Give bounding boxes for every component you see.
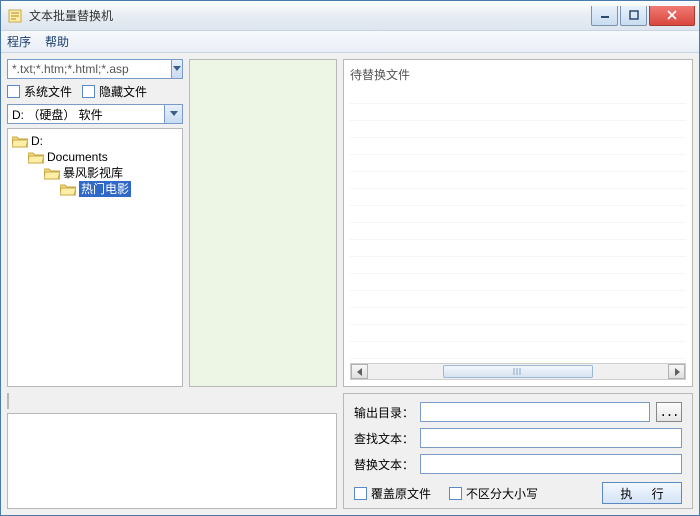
outdir-label: 输出目录： [354,404,414,421]
file-list[interactable] [350,87,686,359]
sysfiles-checkbox[interactable]: 系统文件 [7,83,72,100]
maximize-button[interactable] [620,6,647,26]
folder-open-icon [28,151,44,164]
folder-tree[interactable]: D: Documents 暴风影视库 [7,128,183,387]
checkbox-icon [82,85,95,98]
execute-button[interactable]: 执 行 [602,482,682,504]
replace-row: 替换文本： [354,454,682,474]
tree-label: Documents [47,149,108,165]
filter-dropdown-button[interactable] [172,59,183,79]
folder-open-icon [44,167,60,180]
tree-node[interactable]: 暴风影视库 [12,165,178,181]
menu-program[interactable]: 程序 [7,33,31,50]
hiddenfiles-label: 隐藏文件 [99,83,147,100]
hiddenfiles-checkbox[interactable]: 隐藏文件 [82,83,147,100]
replace-label: 替换文本： [354,456,414,473]
checkbox-icon [449,487,462,500]
file-filter-input[interactable] [7,59,172,79]
checkbox-icon [354,487,367,500]
lower-left-group [7,393,337,509]
main-window: 文本批量替换机 程序 帮助 系统文件 隐藏文件 [0,0,700,516]
minimize-button[interactable] [591,6,618,26]
window-title: 文本批量替换机 [29,7,589,24]
file-list-panel: 待替换文件 [343,59,693,387]
ignorecase-checkbox[interactable]: 不区分大小写 [449,485,538,502]
scroll-right-button[interactable] [668,364,685,379]
drive-row: D: （硬盘） 软件 [7,104,183,124]
file-list-header: 待替换文件 [350,66,686,83]
ignorecase-label: 不区分大小写 [466,485,538,502]
filter-row [7,59,183,79]
outdir-input[interactable] [420,402,650,422]
app-icon [7,8,23,24]
status-bar [7,393,9,409]
menu-help[interactable]: 帮助 [45,33,69,50]
folder-open-icon [60,183,76,196]
tree-node[interactable]: Documents [12,149,178,165]
tree-node-selected[interactable]: 热门电影 [12,181,178,197]
find-input[interactable] [420,428,682,448]
drive-label: D: （硬盘） 软件 [12,106,103,123]
find-row: 查找文本： [354,428,682,448]
drive-dropdown-button[interactable] [165,104,183,124]
replace-input[interactable] [420,454,682,474]
titlebar[interactable]: 文本批量替换机 [1,1,699,31]
drive-select[interactable]: D: （硬盘） 软件 [7,104,165,124]
lower-pane: 输出目录： ... 查找文本： 替换文本： 覆盖原文件 不区分大小写 执 行 [7,393,693,509]
log-panel[interactable] [7,413,337,509]
find-label: 查找文本： [354,430,414,447]
action-row: 覆盖原文件 不区分大小写 执 行 [354,482,682,504]
menubar: 程序 帮助 [1,31,699,53]
scroll-track[interactable] [368,364,668,379]
client-area: 系统文件 隐藏文件 D: （硬盘） 软件 D: [1,53,699,515]
file-attr-row: 系统文件 隐藏文件 [7,83,183,100]
tree-label: 暴风影视库 [63,165,123,181]
preview-panel [189,59,337,387]
overwrite-label: 覆盖原文件 [371,485,431,502]
close-button[interactable] [649,6,695,26]
scroll-thumb[interactable] [443,365,593,378]
outdir-row: 输出目录： ... [354,402,682,422]
checkbox-icon [7,85,20,98]
tree-label: 热门电影 [79,181,131,197]
window-controls [589,6,695,26]
tree-node-root[interactable]: D: [12,133,178,149]
scroll-left-button[interactable] [351,364,368,379]
folder-open-icon [12,135,28,148]
left-panel: 系统文件 隐藏文件 D: （硬盘） 软件 D: [7,59,183,387]
browse-button[interactable]: ... [656,402,682,422]
form-panel: 输出目录： ... 查找文本： 替换文本： 覆盖原文件 不区分大小写 执 行 [343,393,693,509]
horizontal-scrollbar[interactable] [350,363,686,380]
upper-pane: 系统文件 隐藏文件 D: （硬盘） 软件 D: [7,59,693,387]
tree-label: D: [31,133,43,149]
sysfiles-label: 系统文件 [24,83,72,100]
overwrite-checkbox[interactable]: 覆盖原文件 [354,485,431,502]
